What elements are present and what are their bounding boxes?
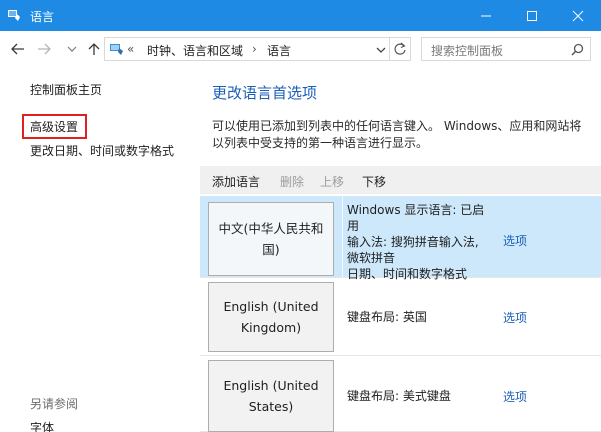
refresh-icon [394, 42, 406, 55]
language-name-tile[interactable]: English (United Kingdom) [208, 282, 334, 352]
move-down-button[interactable]: 下移 [362, 173, 386, 190]
input-method-list: 输入法: 搜狗拼音输入法, 微软拼音 [347, 235, 479, 265]
close-button[interactable] [555, 0, 601, 31]
keyboard-layout-text: 键盘布局: 美式键盘 [347, 389, 451, 403]
search-input[interactable]: 搜索控制面板 [421, 37, 591, 61]
control-panel-icon [8, 10, 20, 21]
forward-arrow-icon[interactable] [36, 41, 52, 57]
maximize-button[interactable] [509, 0, 555, 31]
language-options-link[interactable]: 选项 [503, 309, 527, 326]
navigation-bar: « 时钟、语言和区域 › 语言 搜索控制面板 [0, 31, 601, 67]
title-bar: 语言 [0, 0, 601, 31]
language-name-tile[interactable]: 中文(中华人民共和国) [208, 202, 334, 276]
breadcrumb-overflow[interactable]: « [127, 42, 134, 56]
breadcrumb-separator[interactable]: › [252, 42, 257, 56]
minimize-button[interactable] [463, 0, 509, 31]
language-options-link[interactable]: 选项 [503, 388, 527, 405]
refresh-button[interactable] [389, 37, 411, 61]
window-title: 语言 [30, 10, 55, 24]
address-bar[interactable]: « 时钟、语言和区域 › 语言 [104, 37, 390, 61]
add-language-button[interactable]: 添加语言 [212, 173, 260, 190]
language-details: Windows 显示语言: 已启用 输入法: 搜狗拼音输入法, 微软拼音 日期、… [347, 202, 487, 282]
language-options-link[interactable]: 选项 [503, 232, 527, 249]
address-dropdown-chevron-icon[interactable] [375, 45, 387, 55]
up-arrow-icon[interactable] [86, 41, 102, 57]
language-row-english-us[interactable]: English (United States) 键盘布局: 美式键盘 选项 [200, 356, 601, 432]
search-icon[interactable] [571, 43, 584, 56]
left-pane: 控制面板主页 高级设置 更改日期、时间或数字格式 另请参阅 字体 [0, 67, 200, 432]
page-description: 可以使用已添加到列表中的任何语言键入。 Windows、应用和网站将以列表中受支… [212, 119, 582, 150]
language-row-chinese[interactable]: 中文(中华人民共和国) Windows 显示语言: 已启用 输入法: 搜狗拼音输… [200, 196, 601, 281]
page-title: 更改语言首选项 [212, 84, 318, 102]
language-row-english-uk[interactable]: English (United Kingdom) 键盘布局: 英国 选项 [200, 278, 601, 356]
back-arrow-icon[interactable] [10, 41, 26, 57]
control-panel-home-link[interactable]: 控制面板主页 [30, 81, 102, 98]
search-placeholder: 搜索控制面板 [431, 44, 504, 58]
close-icon [572, 10, 584, 22]
remove-language-button[interactable]: 删除 [280, 173, 304, 190]
keyboard-layout-text: 键盘布局: 英国 [347, 310, 427, 324]
fonts-link[interactable]: 字体 [30, 419, 54, 432]
advanced-settings-link[interactable]: 高级设置 [22, 114, 88, 139]
recent-locations-chevron-icon[interactable] [64, 41, 80, 57]
change-date-time-format-link[interactable]: 更改日期、时间或数字格式 [30, 142, 174, 159]
breadcrumb-language[interactable]: 语言 [267, 42, 291, 59]
language-name-tile[interactable]: English (United States) [208, 360, 334, 432]
breadcrumb-clock-language-region[interactable]: 时钟、语言和区域 [147, 42, 243, 59]
control-panel-icon [110, 44, 123, 55]
minimize-icon [481, 15, 491, 17]
move-up-button[interactable]: 上移 [320, 173, 344, 190]
see-also-heading: 另请参阅 [30, 397, 79, 411]
language-toolbar: 添加语言 删除 上移 下移 [200, 166, 601, 194]
maximize-icon [527, 11, 537, 21]
display-language-status: Windows 显示语言: 已启用 [347, 203, 485, 233]
